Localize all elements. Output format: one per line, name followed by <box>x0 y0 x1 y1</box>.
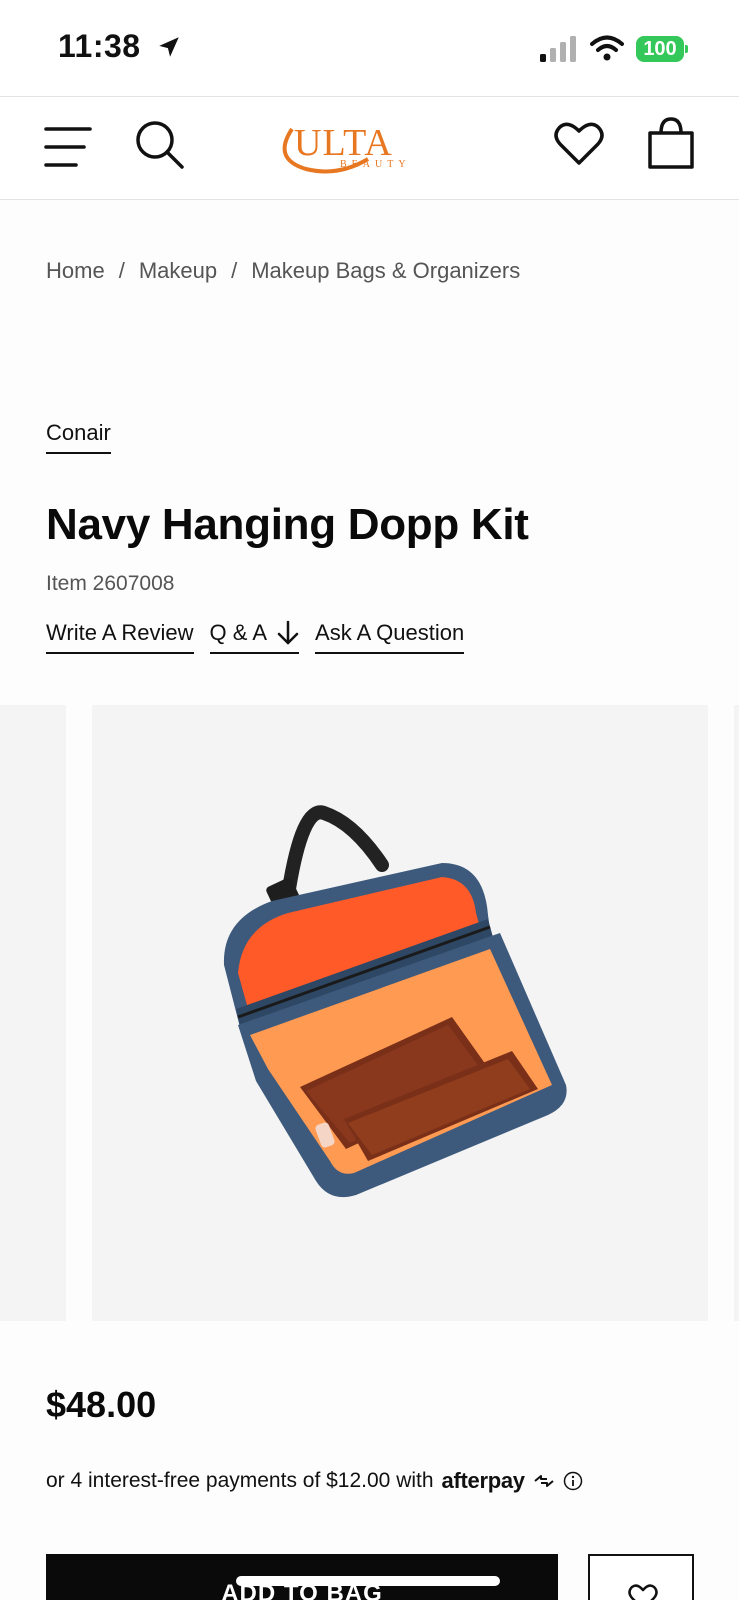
search-icon[interactable] <box>134 119 186 171</box>
item-number: Item 2607008 <box>46 572 175 595</box>
status-time: 11:38 <box>58 28 141 64</box>
battery-level: 100 <box>636 36 684 62</box>
ulta-logo[interactable]: ULTA BEAUTY <box>278 115 418 181</box>
ask-question-link[interactable]: Ask A Question <box>315 620 465 654</box>
location-arrow-icon <box>159 37 179 57</box>
breadcrumb-home[interactable]: Home <box>46 258 105 284</box>
afterpay-text: or 4 interest-free payments of $12.00 wi… <box>46 1469 434 1492</box>
ask-question-label: Ask A Question <box>315 620 465 645</box>
site-header: ULTA BEAUTY <box>0 96 739 200</box>
breadcrumb-makeup-bags[interactable]: Makeup Bags & Organizers <box>251 258 520 284</box>
breadcrumb: Home / Makeup / Makeup Bags & Organizers <box>46 258 520 284</box>
home-indicator <box>236 1576 500 1586</box>
breadcrumb-separator: / <box>118 258 125 283</box>
brand-link[interactable]: Conair <box>46 420 111 454</box>
battery-icon: 100 <box>636 36 688 62</box>
logo-subtext: BEAUTY <box>340 159 411 170</box>
add-to-favorites-button[interactable] <box>588 1554 694 1600</box>
gallery-prev-image[interactable] <box>0 705 66 1321</box>
afterpay-logo: afterpay <box>441 1468 526 1493</box>
qa-label: Q & A <box>209 620 268 645</box>
menu-icon[interactable] <box>44 125 92 169</box>
product-title: Navy Hanging Dopp Kit <box>46 500 529 549</box>
product-image[interactable] <box>92 705 708 1321</box>
shopping-bag-icon[interactable] <box>646 117 696 171</box>
logo-text: ULTA <box>294 122 393 164</box>
write-review-link[interactable]: Write A Review <box>46 620 194 654</box>
info-icon[interactable] <box>563 1471 583 1491</box>
heart-icon <box>628 1584 658 1600</box>
gallery-next-image[interactable] <box>734 705 739 1321</box>
qa-link[interactable]: Q & A <box>209 620 300 654</box>
write-review-label: Write A Review <box>46 620 194 645</box>
breadcrumb-makeup[interactable]: Makeup <box>139 258 217 284</box>
cellular-signal-icon <box>540 36 576 62</box>
arrow-down-icon <box>277 620 299 645</box>
product-actions: Write A Review Q & A Ask A Question <box>46 620 465 654</box>
breadcrumb-separator: / <box>231 258 238 283</box>
wifi-icon <box>590 35 624 61</box>
heart-icon[interactable] <box>554 119 604 169</box>
afterpay-arrows-icon <box>534 1475 554 1487</box>
afterpay-message: or 4 interest-free payments of $12.00 wi… <box>46 1468 583 1494</box>
status-bar: 11:38 100 <box>0 0 739 96</box>
dopp-kit-image <box>223 805 567 1198</box>
product-price: $48.00 <box>46 1384 157 1425</box>
